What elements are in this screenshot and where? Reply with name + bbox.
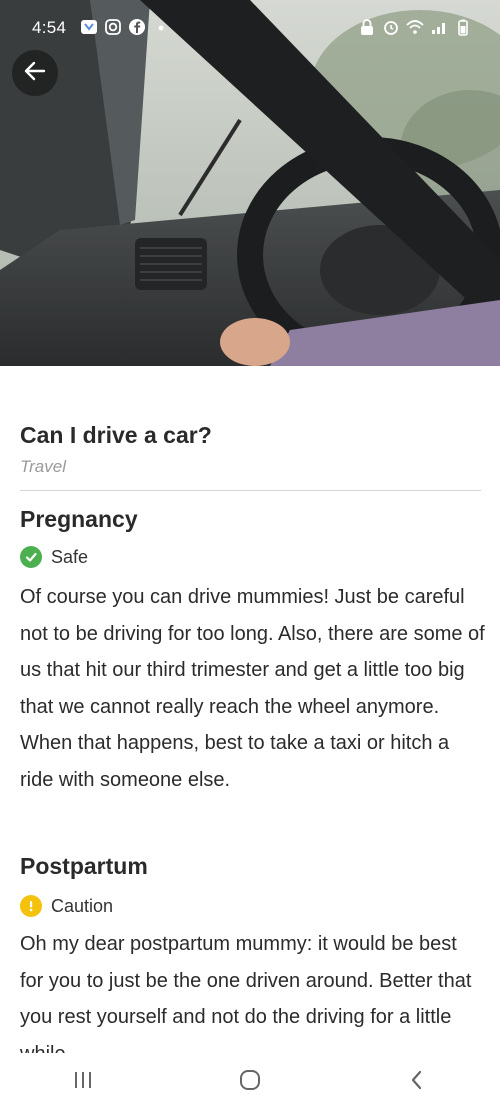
status-label-caution: Caution [51,895,114,916]
dot-icon [152,18,170,36]
back-nav-button[interactable] [387,1062,447,1102]
arrow-left-icon [22,58,48,89]
status-bar: 4:54 [0,0,500,56]
status-row-postpartum: Caution [20,895,113,917]
check-icon [20,546,42,568]
section-body-pregnancy: Of course you can drive mummies! Just be… [20,586,485,791]
status-time: 4:54 [32,18,67,37]
home-icon [238,1068,262,1097]
recent-apps-button[interactable] [53,1062,113,1102]
section-body-postpartum: Oh my dear postpartum mummy: it would be… [20,933,472,1053]
page-title: Can I drive a car? [20,422,212,448]
wifi-icon [406,18,424,36]
article-content: Can I drive a car? Travel Pregnancy Safe… [0,366,500,1053]
status-label-safe: Safe [51,546,89,567]
article-category: Travel [20,457,66,476]
divider [20,490,481,491]
section-heading-pregnancy: Pregnancy [20,506,138,532]
instagram-icon [104,18,122,36]
battery-icon [454,18,472,36]
status-icons-right [358,18,472,36]
back-chevron-icon [407,1069,427,1096]
status-icons-left [80,18,170,36]
back-button[interactable] [12,50,58,96]
system-nav-bar [0,1053,500,1111]
exclamation-icon [20,895,42,917]
alarm-icon [382,18,400,36]
signal-icon [430,18,448,36]
recent-apps-icon [72,1070,94,1095]
home-button[interactable] [220,1062,280,1102]
section-heading-postpartum: Postpartum [20,853,148,879]
status-row-pregnancy: Safe [20,546,88,568]
facebook-icon [128,18,146,36]
lock-icon [358,18,376,36]
notification-icon [80,18,98,36]
